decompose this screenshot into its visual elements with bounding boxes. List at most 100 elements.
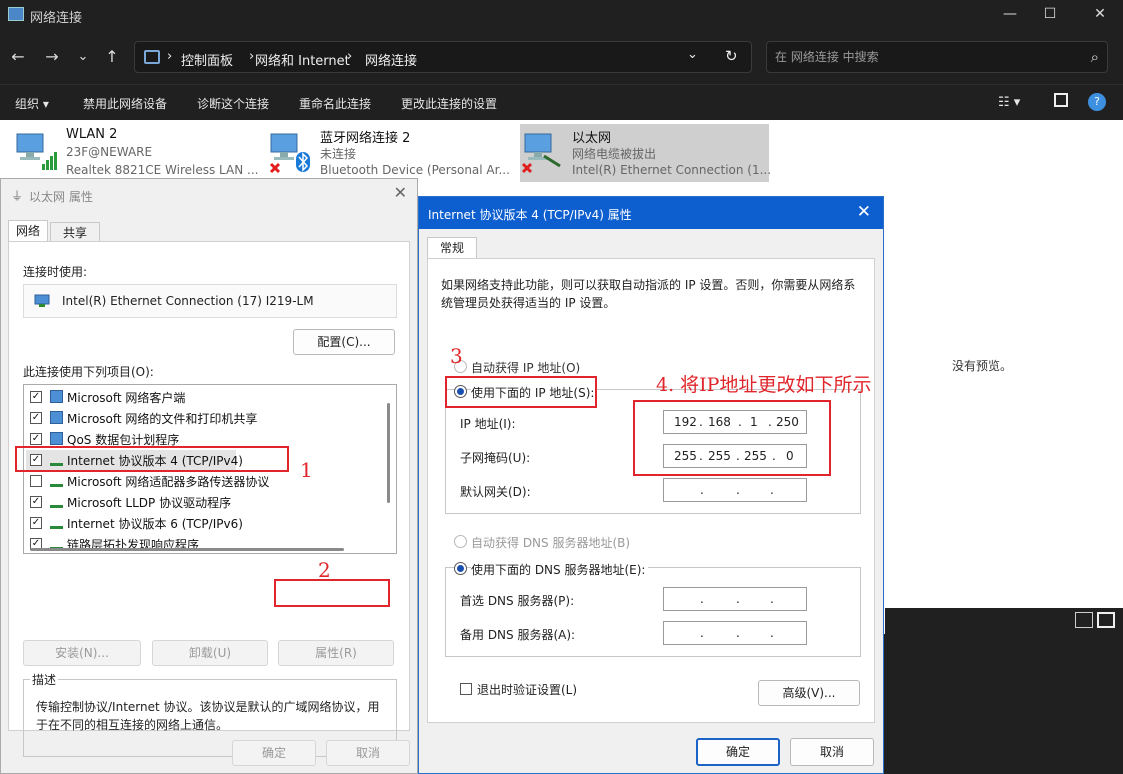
protocol-icon [50, 495, 63, 508]
dialog-title: 以太网 属性 [29, 190, 93, 204]
details-view-icon[interactable] [1075, 612, 1093, 628]
auto-dns-radio[interactable] [454, 535, 467, 548]
breadcrumb-separator-icon: › [167, 49, 173, 64]
tab-network[interactable]: 网络 [8, 220, 48, 242]
preferred-dns-field[interactable]: . . . [663, 587, 807, 611]
organize-menu[interactable]: 组织 ▾ [15, 95, 49, 112]
back-button[interactable]: ← [4, 44, 32, 70]
preferred-dns-label: 首选 DNS 服务器(P): [460, 594, 575, 608]
manual-dns-radio[interactable] [454, 562, 467, 575]
properties-button[interactable]: 属性(R) [278, 640, 394, 666]
window-title: 网络连接 [30, 11, 83, 26]
tab-sharing[interactable]: 共享 [50, 222, 100, 242]
close-button[interactable]: ✕ [1077, 0, 1123, 30]
ip-dot: . [770, 626, 774, 640]
adapter-ethernet[interactable]: 以太网 网络电缆被拔出 Intel(R) Ethernet Connection… [520, 124, 772, 182]
status-bar [885, 608, 1123, 634]
validate-label: 退出时验证设置(L) [477, 683, 578, 697]
breadcrumb-network-internet[interactable]: 网络和 Internet [255, 50, 350, 69]
ip-dot: . [700, 626, 704, 640]
dialog-close-button[interactable]: ✕ [394, 183, 407, 202]
annotation-step-1: 1 [300, 458, 313, 482]
item-checkbox[interactable] [30, 475, 42, 487]
alternate-dns-field[interactable]: . . . [663, 621, 807, 645]
refresh-button[interactable]: ↻ [725, 47, 738, 65]
network-connections-icon [8, 7, 24, 21]
gateway-field[interactable]: . . . [663, 478, 807, 502]
adapter-bluetooth[interactable]: 蓝牙网络连接 2 未连接 Bluetooth Device (Personal … [268, 124, 514, 182]
ip-dot: . [736, 483, 740, 497]
item-checkbox[interactable]: ✓ [30, 433, 42, 445]
title-bar: 网络连接 — ☐ ✕ [0, 0, 1123, 30]
adapter-status: 未连接 [320, 147, 357, 161]
items-label: 此连接使用下列项目(O): [23, 365, 154, 379]
cancel-button[interactable]: 取消 [790, 738, 874, 766]
dialog-close-button[interactable]: ✕ [857, 202, 871, 222]
breadcrumb-network-connections[interactable]: 网络连接 [365, 50, 417, 69]
adapter-device: Intel(R) Ethernet Connection (1... [572, 163, 772, 177]
view-options-icon[interactable]: ☷ ▾ [998, 95, 1020, 110]
manual-dns-label: 使用下面的 DNS 服务器地址(E): [471, 561, 649, 578]
adapter-name: WLAN 2 [66, 127, 118, 142]
ip-dot: . [736, 626, 740, 640]
validate-checkbox[interactable] [460, 683, 472, 695]
item-checkbox[interactable]: ✓ [30, 496, 42, 508]
annotation-box-ipv4-item [15, 446, 289, 472]
item-checkbox[interactable]: ✓ [30, 517, 42, 529]
ip-dot: . [736, 592, 740, 606]
search-input[interactable] [775, 48, 1075, 66]
eth-ok-button[interactable]: 确定 [232, 740, 316, 766]
adapter-name: 蓝牙网络连接 2 [320, 131, 411, 146]
search-icon: ⌕ [1090, 48, 1099, 66]
uninstall-button[interactable]: 卸载(U) [152, 640, 268, 666]
up-button[interactable]: ↑ [98, 44, 126, 70]
configure-button[interactable]: 配置(C)... [293, 329, 395, 355]
search-box[interactable]: ⌕ [766, 41, 1108, 73]
rename-button[interactable]: 重命名此连接 [299, 95, 371, 112]
item-checkbox[interactable]: ✓ [30, 391, 42, 403]
client-icon [50, 390, 63, 403]
adapter-field: Intel(R) Ethernet Connection (17) I219-L… [23, 284, 397, 318]
no-preview-text: 没有预览。 [952, 359, 1013, 373]
help-icon[interactable]: ? [1088, 93, 1106, 111]
command-bar: 组织 ▾ 禁用此网络设备 诊断这个连接 重命名此连接 更改此连接的设置 ☷ ▾ … [0, 84, 1123, 120]
recent-locations-button[interactable]: ⌄ [69, 44, 97, 70]
adapter-name: Intel(R) Ethernet Connection (17) I219-L… [62, 294, 314, 308]
auto-ip-label: 自动获得 IP 地址(O) [471, 361, 581, 375]
breadcrumb-separator-icon: › [347, 49, 353, 64]
description-label: 描述 [30, 671, 59, 688]
service-icon [50, 411, 63, 424]
maximize-button[interactable]: ☐ [1027, 0, 1073, 30]
advanced-button[interactable]: 高级(V)... [758, 680, 860, 706]
dialog-title: Internet 协议版本 4 (TCP/IPv4) 属性 [428, 208, 632, 222]
item-label: Microsoft 网络适配器多路传送器协议 [67, 475, 270, 489]
vertical-scrollbar[interactable] [387, 403, 390, 503]
ok-button[interactable]: 确定 [696, 738, 780, 766]
disable-device-button[interactable]: 禁用此网络设备 [83, 95, 167, 112]
forward-button[interactable]: → [38, 44, 66, 70]
install-button[interactable]: 安装(N)... [23, 640, 141, 666]
auto-dns-label: 自动获得 DNS 服务器地址(B) [471, 536, 631, 550]
item-label: Microsoft 网络客户端 [67, 391, 186, 405]
subnet-mask-label: 子网掩码(U): [460, 451, 531, 465]
item-checkbox[interactable]: ✓ [30, 412, 42, 424]
large-icons-view-icon[interactable] [1097, 612, 1115, 628]
address-history-button[interactable]: ⌄ [687, 47, 698, 62]
adapter-wlan[interactable]: WLAN 2 23F@NEWARE Realtek 8821CE Wireles… [14, 124, 262, 182]
annotation-box-manual-ip [445, 376, 597, 408]
adapter-status: 23F@NEWARE [66, 145, 153, 159]
network-tab-panel: 连接时使用: Intel(R) Ethernet Connection (17)… [8, 241, 410, 757]
breadcrumb-control-panel[interactable]: 控制面板 [181, 50, 233, 69]
service-icon [50, 432, 63, 445]
tab-general[interactable]: 常规 [427, 237, 477, 259]
bluetooth-adapter-icon [269, 133, 310, 174]
horizontal-scrollbar[interactable] [30, 548, 344, 551]
item-label: Microsoft 网络的文件和打印机共享 [67, 412, 258, 426]
address-bar[interactable]: › 控制面板 › 网络和 Internet › 网络连接 ⌄ ↻ [134, 41, 752, 73]
protocol-icon [50, 516, 63, 529]
preview-pane-icon[interactable] [1054, 93, 1068, 107]
eth-cancel-button[interactable]: 取消 [326, 740, 410, 766]
diagnose-button[interactable]: 诊断这个连接 [197, 95, 269, 112]
change-settings-button[interactable]: 更改此连接的设置 [401, 95, 497, 112]
ip-dot: . [770, 592, 774, 606]
